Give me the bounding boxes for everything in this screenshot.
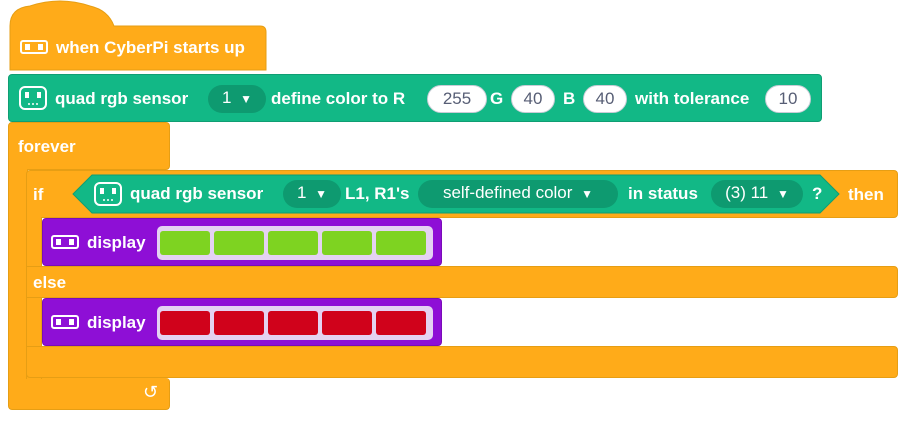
led-cell-red[interactable]: [160, 311, 210, 335]
sensor-id-value: 1: [221, 88, 232, 107]
led-cell-red[interactable]: [214, 311, 264, 335]
led-cell-red[interactable]: [268, 311, 318, 335]
forever-block-arm: [8, 169, 28, 379]
else-label: else: [33, 273, 67, 292]
if-label: if: [33, 185, 44, 204]
forever-label: forever: [18, 137, 76, 156]
display-label: display: [87, 233, 146, 252]
led-strip-green[interactable]: [157, 226, 433, 260]
led-cell-green[interactable]: [214, 231, 264, 255]
display-block-green[interactable]: display: [42, 218, 442, 266]
condition-suffix: ?: [812, 184, 823, 203]
led-cell-red[interactable]: [376, 311, 426, 335]
condition-probes-text: L1, R1's: [345, 184, 410, 203]
define-block-b-label: B: [563, 89, 576, 108]
dropdown-arrow-icon: ▼: [581, 187, 594, 201]
display-label: display: [87, 313, 146, 332]
cyberpi-icon: [51, 235, 79, 254]
cyberpi-icon: [20, 40, 48, 59]
sensor-id-dropdown[interactable]: 1 ▼: [208, 85, 266, 113]
else-block-bar[interactable]: else: [26, 266, 898, 298]
color-option-value: self-defined color: [442, 183, 573, 202]
define-color-block[interactable]: quad rgb sensor 1 ▼ define color to R 25…: [8, 74, 822, 122]
cyberpi-icon: [51, 315, 79, 334]
define-block-tolerance-label: with tolerance: [635, 89, 750, 108]
condition-prefix: quad rgb sensor: [130, 184, 264, 203]
forever-block-bottom[interactable]: ↺: [8, 378, 170, 410]
led-cell-green[interactable]: [160, 231, 210, 255]
loop-arrow-icon: ↺: [143, 382, 159, 402]
led-cell-red[interactable]: [322, 311, 372, 335]
tolerance-input[interactable]: 10: [765, 85, 811, 113]
led-strip-red[interactable]: [157, 306, 433, 340]
hat-block-label: when CyberPi starts up: [56, 38, 245, 57]
b-value-input[interactable]: 40: [583, 85, 627, 113]
hat-block[interactable]: when CyberPi starts up: [8, 0, 267, 73]
dropdown-arrow-icon: ▼: [315, 187, 328, 201]
condition-reporter[interactable]: quad rgb sensor 1 ▼ L1, R1's self-define…: [72, 174, 840, 214]
status-option-dropdown[interactable]: (3) 11 ▼: [711, 180, 803, 208]
define-block-g-label: G: [490, 89, 504, 108]
status-option-value: (3) 11: [725, 183, 769, 202]
sensor-icon: [94, 182, 122, 211]
condition-status-text: in status: [628, 184, 698, 203]
if-block-bottom: [26, 346, 898, 378]
condition-sensor-id-value: 1: [296, 183, 307, 202]
display-block-red[interactable]: display: [42, 298, 442, 346]
define-block-text: define color to R: [271, 89, 406, 108]
color-option-dropdown[interactable]: self-defined color ▼: [418, 180, 618, 208]
dropdown-arrow-icon: ▼: [240, 92, 253, 106]
led-cell-green[interactable]: [376, 231, 426, 255]
condition-sensor-id-dropdown[interactable]: 1 ▼: [283, 180, 341, 208]
g-value-input[interactable]: 40: [511, 85, 555, 113]
led-cell-green[interactable]: [268, 231, 318, 255]
sensor-icon: [19, 86, 47, 115]
led-cell-green[interactable]: [322, 231, 372, 255]
forever-block-top[interactable]: forever: [8, 122, 170, 170]
define-block-prefix: quad rgb sensor: [55, 89, 189, 108]
r-value-input[interactable]: 255: [427, 85, 487, 113]
dropdown-arrow-icon: ▼: [777, 187, 789, 201]
then-label: then: [848, 185, 884, 204]
